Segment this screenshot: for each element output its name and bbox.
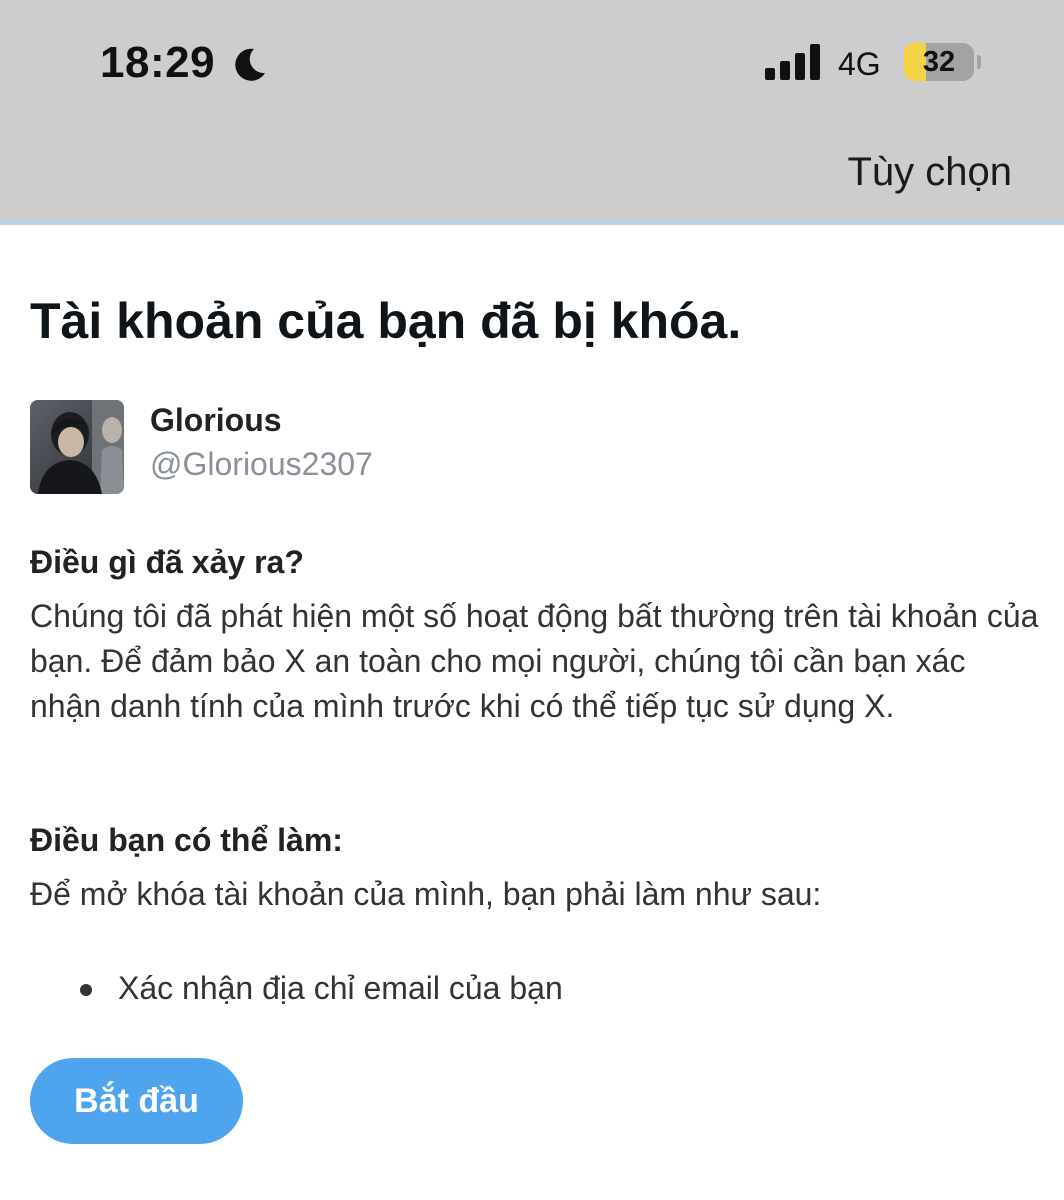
- what-happened-heading: Điều gì đã xảy ra?: [30, 544, 304, 580]
- avatar-image: [30, 400, 124, 494]
- battery-percent: 32: [922, 46, 956, 78]
- username: @Glorious2307: [150, 446, 373, 482]
- what-you-can-do-heading: Điều bạn có thể làm:: [30, 822, 343, 858]
- what-happened-text: Chúng tôi đã phát hiện một số hoạt động …: [30, 598, 1039, 724]
- battery-cap: [977, 55, 981, 69]
- step-label: Xác nhận địa chỉ email của bạn: [118, 970, 563, 1006]
- battery-icon: 32: [904, 43, 981, 83]
- page-title: Tài khoản của bạn đã bị khóa.: [30, 293, 742, 349]
- start-button[interactable]: Bắt đầu: [30, 1058, 243, 1144]
- steps-list: Xác nhận địa chỉ email của bạn: [80, 966, 563, 1011]
- list-item: Xác nhận địa chỉ email của bạn: [80, 966, 563, 1011]
- display-name: Glorious: [150, 402, 282, 438]
- network-type: 4G: [838, 46, 881, 82]
- signal-icon: [765, 44, 820, 80]
- bullet-icon: [80, 984, 92, 996]
- battery-body: 32: [904, 43, 974, 81]
- avatar[interactable]: [30, 400, 124, 494]
- status-time: 18:29: [100, 38, 216, 87]
- options-button[interactable]: Tùy chọn: [847, 148, 1012, 196]
- moon-icon: [235, 48, 265, 81]
- what-you-can-do-text: Để mở khóa tài khoản của mình, bạn phải …: [30, 876, 822, 912]
- header-divider: [0, 220, 1064, 225]
